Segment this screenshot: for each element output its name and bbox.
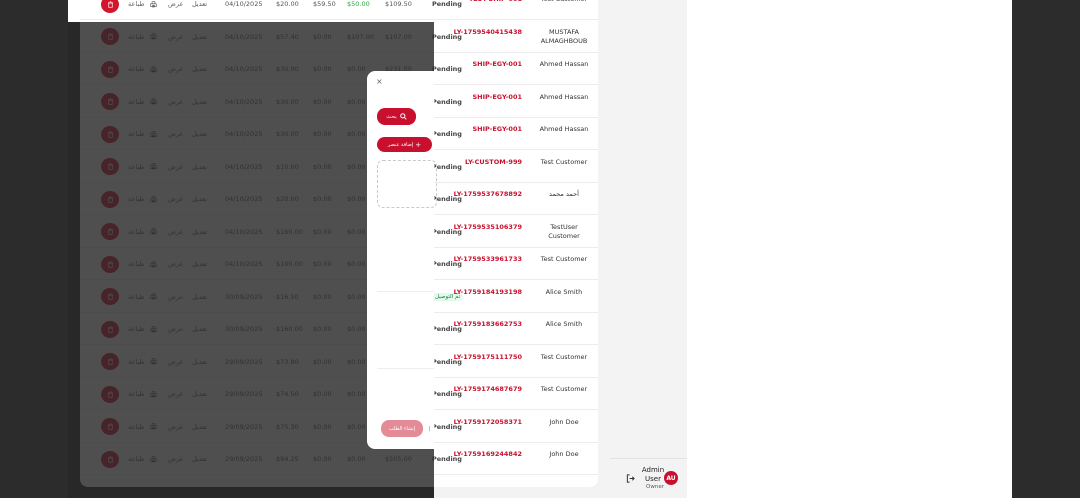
printer-icon (149, 0, 157, 7)
item-dropzone[interactable] (377, 160, 437, 208)
customer-name: Test Customer (540, 157, 588, 166)
close-icon[interactable]: × (376, 77, 383, 86)
shipping-fee: $59.50 (313, 0, 336, 8)
new-order-modal: × بحث إضافة عنصر + إنشاء الطلب إ (367, 71, 437, 449)
divider (377, 368, 434, 369)
view-button[interactable]: عرض (168, 0, 183, 8)
tracking-number[interactable]: LY-1759174687679 (452, 385, 522, 394)
tracking-number[interactable]: LY-1759169244842 (452, 450, 522, 459)
tracking-number[interactable]: TEST-SHIP-001 (452, 0, 522, 4)
order-total: $20.00 (276, 0, 299, 8)
trash-icon (107, 0, 113, 8)
customer-name: Test Customer (540, 385, 588, 393)
avatar[interactable]: AU (664, 471, 678, 485)
tracking-number[interactable]: LY-1759184193198 (452, 288, 522, 297)
tracking-number[interactable]: SHIP-EGY-001 (452, 60, 522, 69)
paid-amount: $50.00 (347, 0, 370, 8)
modal-aux-label: إ (429, 426, 431, 432)
tracking-number[interactable]: SHIP-EGY-001 (452, 93, 522, 102)
print-label: طباعة (128, 0, 145, 8)
delete-button[interactable] (101, 0, 119, 13)
tracking-number[interactable]: SHIP-EGY-001 (452, 125, 522, 134)
tracking-number[interactable]: LY-1759535106379 (452, 223, 522, 232)
customer-name: MUSTAFA ALMAGHBOUB (540, 27, 588, 45)
tracking-number[interactable]: LY-1759175111750 (452, 353, 522, 362)
customer-name: Test Customer (534, 0, 594, 4)
customer-name: Alice Smith (545, 287, 583, 296)
user-name: Admin User (641, 466, 665, 483)
print-button[interactable]: طباعة (128, 0, 157, 8)
plus-icon: + (415, 140, 422, 149)
divider (377, 291, 434, 292)
create-order-button[interactable]: إنشاء الطلب (381, 420, 423, 437)
tracking-number[interactable]: LY-CUSTOM-999 (452, 158, 522, 167)
customer-name: Test Customer (540, 352, 588, 361)
backdrop-right (1012, 0, 1080, 498)
customer-name: أحمد محمد (549, 190, 579, 198)
customer-name: Ahmed Hassan (539, 125, 589, 133)
customer-name: Ahmed Hassan (539, 92, 589, 101)
add-item-button[interactable]: إضافة عنصر + (377, 137, 432, 152)
customer-name: John Doe (549, 417, 579, 426)
logout-icon[interactable] (626, 474, 635, 483)
customer-name: TestUser Customer (548, 222, 580, 240)
tracking-number[interactable]: LY-1759540415438 (452, 28, 522, 37)
search-icon (399, 113, 407, 120)
tracking-number[interactable]: LY-1759537678892 (452, 190, 522, 199)
customer-name: Ahmed Hassan (539, 60, 589, 68)
search-button-label: بحث (386, 113, 397, 120)
table-row: طباعة عرض تعديل 04/10/2025 $20.00 $59.50… (80, 0, 598, 20)
tracking-number[interactable]: LY-1759183662753 (452, 320, 522, 329)
customer-name: John Doe (549, 450, 579, 458)
order-date: 04/10/2025 (225, 0, 263, 8)
tracking-number[interactable]: LY-1759533961733 (452, 255, 522, 264)
user-role: Owner (646, 484, 664, 490)
add-item-label: إضافة عنصر (387, 141, 414, 148)
tracking-number[interactable]: LY-1759172058371 (452, 418, 522, 427)
customer-name: Alice Smith (545, 320, 583, 328)
right-panel (687, 0, 1012, 498)
edit-button[interactable]: تعديل (192, 0, 207, 8)
backdrop-left (0, 0, 68, 498)
search-button[interactable]: بحث (377, 108, 416, 125)
due-amount: $109.50 (385, 0, 412, 8)
customer-name: Test Customer (540, 255, 588, 263)
